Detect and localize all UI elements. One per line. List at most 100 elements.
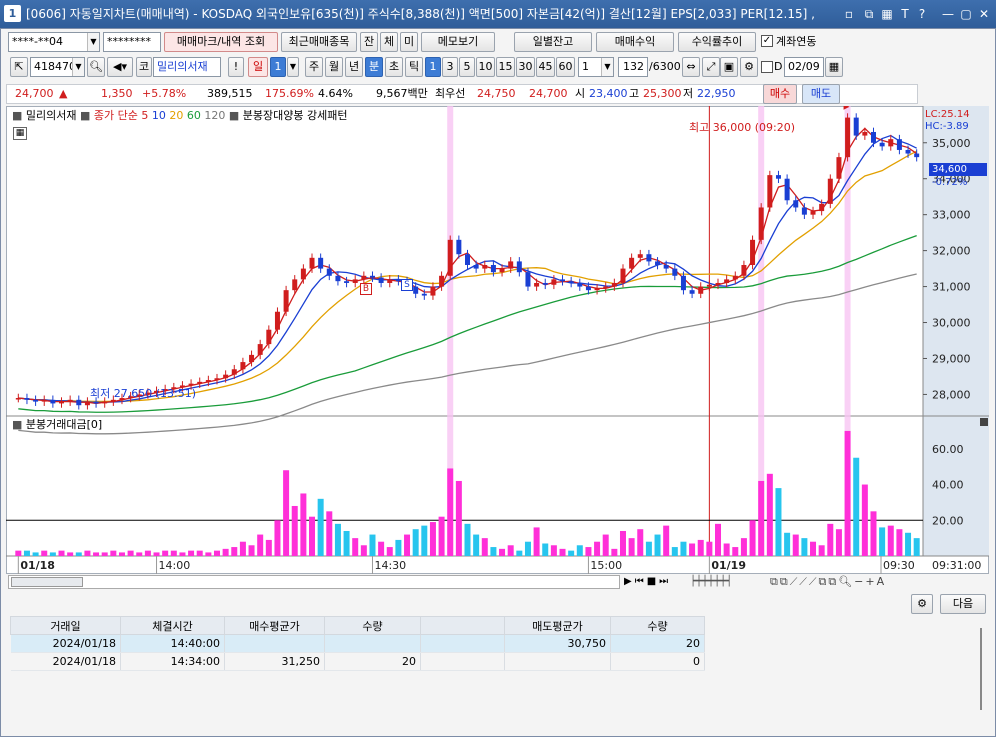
tick-tab[interactable]: 틱 (405, 57, 423, 77)
price-tick-label: 30,000 (932, 317, 971, 330)
daily-balance-button[interactable]: 일별잔고 (514, 32, 592, 52)
font-icon[interactable]: T (898, 7, 912, 21)
price-change: 1,350 (101, 87, 133, 100)
chevron-down-icon[interactable]: ▼ (72, 58, 84, 76)
period-button-30[interactable]: 30 (516, 57, 535, 77)
period-button-15[interactable]: 15 (496, 57, 515, 77)
volume-bar (369, 534, 376, 556)
memo-button[interactable]: 메모보기 (421, 32, 495, 52)
period-button-1[interactable]: 1 (425, 57, 441, 77)
playback-controls[interactable]: ▶⏮■⏭ (624, 574, 684, 590)
volume-bar (749, 520, 756, 556)
stock-code-input[interactable]: 418470 ▼ (30, 57, 85, 77)
candle-body (188, 383, 194, 386)
zoom-slider[interactable]: ┝┿┿┿┿┿┥ (690, 574, 760, 590)
volume-bar (654, 534, 661, 556)
executed-button[interactable]: 체 (380, 32, 398, 52)
volume-bar (421, 525, 428, 556)
recent-trades-button[interactable]: 최근매매종목 (281, 32, 357, 52)
chart-scrollbar[interactable] (8, 575, 620, 589)
candle-body (516, 261, 522, 273)
volume-bar (213, 550, 220, 556)
unexecuted-button[interactable]: 미 (400, 32, 418, 52)
display-count-input[interactable]: 132 (618, 57, 648, 77)
candle-body (905, 149, 911, 154)
trade-profit-button[interactable]: 매매수익 (596, 32, 674, 52)
alert-button[interactable]: ! (228, 57, 244, 77)
gear-icon[interactable]: ⚙ (740, 57, 758, 77)
volume-bar (732, 547, 739, 556)
save-icon[interactable]: ▣ (720, 57, 738, 77)
yearly-tab[interactable]: 년 (345, 57, 363, 77)
volume-bar (533, 527, 540, 556)
buy-mark[interactable]: B (360, 283, 372, 295)
drawing-tools[interactable]: ⧉⧉⟋⟋⟋⧉⧉🔍︎−+A (770, 574, 986, 590)
profit-rate-button[interactable]: 수익률추이 (678, 32, 756, 52)
x-axis-label: 14:00 (159, 559, 191, 572)
price-tick-label: 29,000 (932, 352, 971, 365)
period-button-10[interactable]: 10 (476, 57, 495, 77)
monthly-tab[interactable]: 월 (325, 57, 343, 77)
best-price-label: 최우선 (435, 87, 466, 100)
close-icon[interactable]: ✕ (977, 7, 991, 21)
account-select[interactable]: ****-**04 ▼ (8, 32, 100, 52)
daily-count[interactable]: 1 (270, 57, 286, 77)
chevron-down-icon[interactable]: ▼ (87, 33, 99, 51)
chart-svg[interactable]: 35,00034,00033,00032,00031,00030,00029,0… (6, 106, 989, 574)
sell-mark[interactable]: S (401, 279, 413, 291)
period-button-5[interactable]: 5 (459, 57, 475, 77)
zoom-icon[interactable]: ⇔ (682, 57, 700, 77)
minimize-icon[interactable]: — (941, 7, 955, 21)
count-select[interactable]: 1 ▼ (578, 57, 614, 77)
chevron-down-icon[interactable]: ▼ (601, 58, 613, 76)
gear-icon[interactable]: ⚙ (911, 594, 933, 614)
candle-body (784, 178, 790, 201)
account-value: ****-**04 (12, 35, 63, 48)
weekly-tab[interactable]: 주 (305, 57, 323, 77)
account-link-checkbox[interactable]: ✓ (761, 35, 773, 47)
search-icon[interactable]: 🔍︎ (87, 57, 105, 77)
second-tab[interactable]: 초 (385, 57, 403, 77)
volume-bar (170, 550, 177, 556)
cell: 14:40:00 (120, 634, 225, 653)
next-button[interactable]: 다음 (940, 594, 986, 614)
table-icon[interactable]: ▦ (13, 127, 27, 140)
date-input[interactable]: 02/09 (784, 57, 824, 77)
password-input[interactable]: ******** (103, 32, 161, 52)
link-icon[interactable]: ⇱ (10, 57, 28, 77)
maximize-icon[interactable]: ▢ (959, 7, 973, 21)
legend-ma20: 20 (169, 109, 184, 122)
popup-icon[interactable]: ⧉ (862, 7, 876, 21)
candle-body (300, 268, 306, 280)
sell-button[interactable]: 매도 (802, 84, 840, 104)
volume-bar (429, 522, 436, 556)
candle-body (819, 203, 825, 212)
volume-tick-label: 20.00 (932, 514, 964, 527)
scroll-thumb[interactable] (11, 577, 83, 587)
table-scrollbar[interactable] (980, 628, 982, 710)
balance-button[interactable]: 잔 (360, 32, 378, 52)
current-price: 24,700 (15, 87, 54, 100)
daily-tab[interactable]: 일 (248, 57, 268, 77)
minute-tab[interactable]: 분 (365, 57, 383, 77)
speaker-icon[interactable]: ◀▾ (107, 57, 133, 77)
restore-icon[interactable]: ▫ (842, 7, 856, 21)
calendar-icon[interactable]: ▦ (825, 57, 843, 77)
period-button-3[interactable]: 3 (442, 57, 458, 77)
stock-name[interactable]: 밀리의서재 (153, 57, 221, 77)
period-button-60[interactable]: 60 (556, 57, 575, 77)
table-row[interactable]: 2024/01/18 14:40:00 30,750 20 (10, 634, 705, 653)
mark-inquiry-button[interactable]: 매매마크/내역 조회 (164, 32, 278, 52)
cell (324, 634, 421, 653)
chevron-down-icon[interactable]: ▼ (287, 57, 299, 77)
candle-body (827, 178, 833, 204)
date-checkbox[interactable] (761, 61, 773, 73)
chart-tool-icon[interactable]: ⤢ (702, 57, 720, 77)
help-icon[interactable]: ? (915, 7, 929, 21)
period-button-45[interactable]: 45 (536, 57, 555, 77)
grid-icon[interactable]: ▦ (880, 7, 894, 21)
panel-close-icon[interactable] (980, 418, 988, 426)
legend-ma10: 10 (151, 109, 166, 122)
buy-button[interactable]: 매수 (763, 84, 797, 104)
table-row[interactable]: 2024/01/18 14:34:00 31,250 20 0 (10, 652, 705, 671)
